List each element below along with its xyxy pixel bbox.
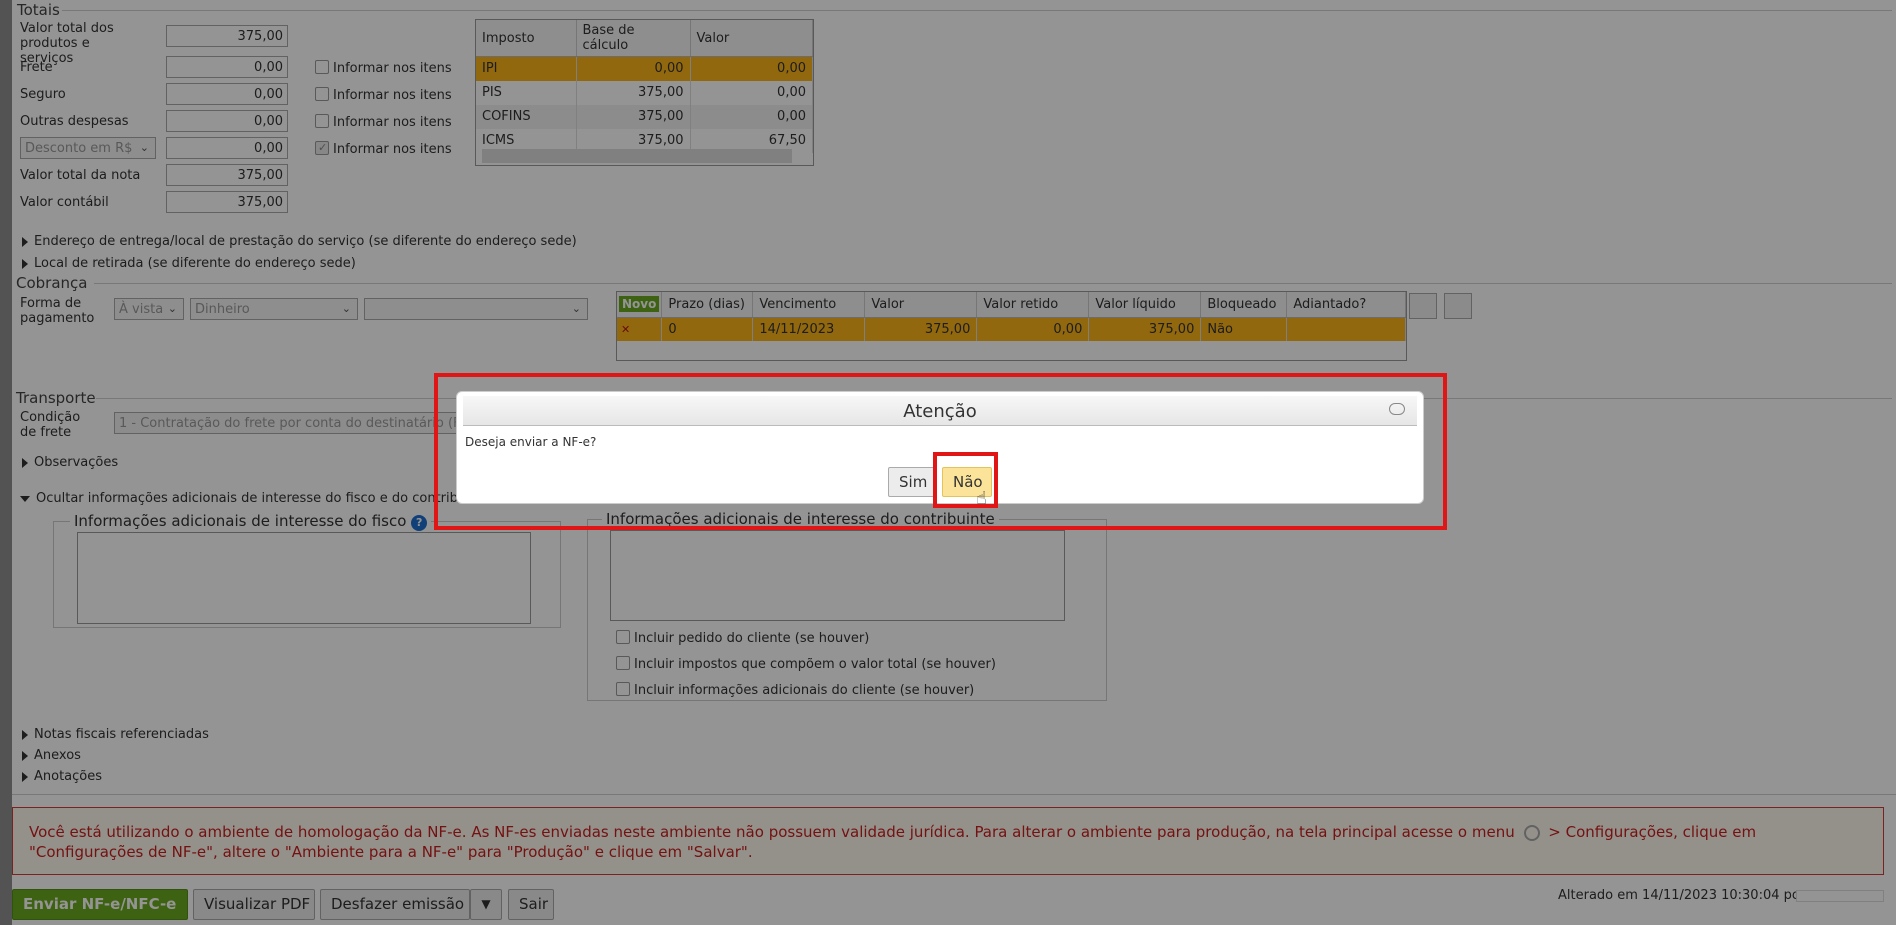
- highlight-no-button: [933, 452, 998, 508]
